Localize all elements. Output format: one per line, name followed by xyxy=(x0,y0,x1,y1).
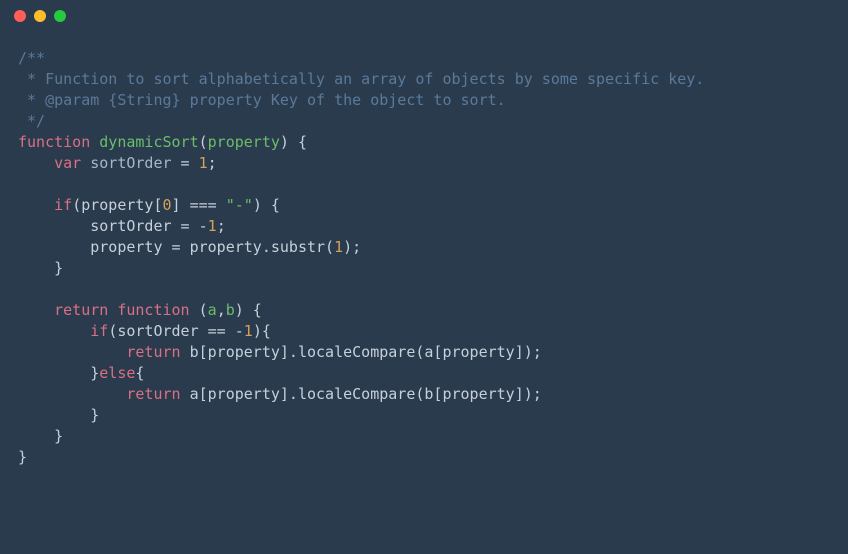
punct: ( xyxy=(190,301,208,319)
maximize-dot-icon[interactable] xyxy=(54,10,66,22)
statement: property = property.substr( xyxy=(90,238,334,256)
operator: === xyxy=(181,196,226,214)
indent xyxy=(18,301,54,319)
indent xyxy=(18,196,54,214)
comment-line: e xyxy=(677,70,686,88)
keyword-else: else xyxy=(99,364,135,382)
comment-line: y. xyxy=(686,70,704,88)
brace: } xyxy=(18,259,63,277)
number: 0 xyxy=(163,196,172,214)
brace: } xyxy=(18,448,27,466)
punct: ( xyxy=(72,196,81,214)
expression: b[property].localeCompare(a[property]); xyxy=(190,343,542,361)
indent xyxy=(18,154,54,172)
punct: , xyxy=(217,301,226,319)
code-editor[interactable]: /** * Function to sort alphabetically an… xyxy=(0,32,848,484)
keyword-return: return xyxy=(126,385,180,403)
space xyxy=(181,343,190,361)
indent xyxy=(18,364,90,382)
punct: = xyxy=(172,154,199,172)
keyword-return: return xyxy=(54,301,108,319)
indent xyxy=(18,385,126,403)
identifier: property xyxy=(81,196,153,214)
space xyxy=(81,154,90,172)
keyword-var: var xyxy=(54,154,81,172)
indent xyxy=(18,343,126,361)
brace: } xyxy=(18,406,99,424)
keyword-function: function xyxy=(117,301,189,319)
statement: sortOrder = - xyxy=(90,217,207,235)
punct: ; xyxy=(217,217,226,235)
condition: (sortOrder == - xyxy=(108,322,243,340)
number: 1 xyxy=(334,238,343,256)
param: b xyxy=(226,301,235,319)
number: 1 xyxy=(208,217,217,235)
punct: ){ xyxy=(253,322,271,340)
comment-line: * @param {String} property Key of the ob… xyxy=(18,91,506,109)
comment-line: */ xyxy=(18,112,45,130)
punct: ( xyxy=(199,133,208,151)
minimize-dot-icon[interactable] xyxy=(34,10,46,22)
keyword-return: return xyxy=(126,343,180,361)
variable: sortOrder xyxy=(90,154,171,172)
param: a xyxy=(208,301,217,319)
number: 1 xyxy=(244,322,253,340)
punct: ) xyxy=(253,196,262,214)
punct: ] xyxy=(172,196,181,214)
space xyxy=(90,133,99,151)
brace: { xyxy=(262,196,280,214)
comment-line: /** xyxy=(18,49,45,67)
statement: ); xyxy=(343,238,361,256)
brace: { xyxy=(289,133,307,151)
punct: [ xyxy=(153,196,162,214)
expression: a[property].localeCompare(b[property]); xyxy=(190,385,542,403)
indent xyxy=(18,217,90,235)
punct: ) { xyxy=(235,301,262,319)
param: property xyxy=(208,133,280,151)
space xyxy=(181,385,190,403)
brace: } xyxy=(90,364,99,382)
space xyxy=(108,301,117,319)
keyword-if: if xyxy=(54,196,72,214)
brace: } xyxy=(18,427,63,445)
brace: { xyxy=(135,364,144,382)
punct: ; xyxy=(208,154,217,172)
number: 1 xyxy=(199,154,208,172)
close-dot-icon[interactable] xyxy=(14,10,26,22)
keyword-function: function xyxy=(18,133,90,151)
indent xyxy=(18,322,90,340)
indent xyxy=(18,238,90,256)
comment-line: * Function to sort alphabetically an arr… xyxy=(18,70,677,88)
window-titlebar xyxy=(0,0,848,32)
punct: ) xyxy=(280,133,289,151)
string: "-" xyxy=(226,196,253,214)
keyword-if: if xyxy=(90,322,108,340)
function-name: dynamicSort xyxy=(99,133,198,151)
